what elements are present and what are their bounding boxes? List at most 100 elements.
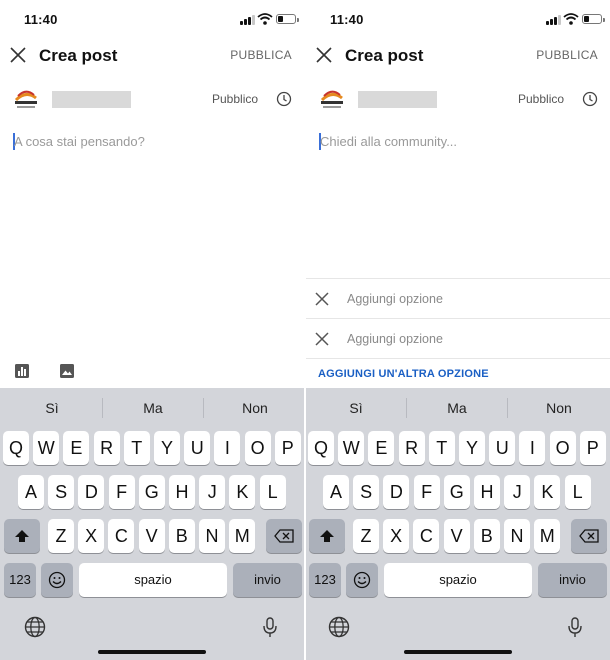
key-z[interactable]: Z [353,519,379,553]
key-q[interactable]: Q [3,431,29,465]
close-icon[interactable] [9,46,27,64]
status-time: 11:40 [24,12,58,27]
post-header: Crea post PUBBLICA [306,38,610,74]
backspace-key[interactable] [266,519,302,553]
key-x[interactable]: X [383,519,410,553]
globe-icon[interactable] [24,616,46,638]
post-text-input[interactable]: A cosa stai pensando? [12,132,292,152]
key-i[interactable]: I [519,431,546,465]
poll-question-input[interactable]: Chiedi alla community... [318,132,598,152]
space-key[interactable]: spazio [79,563,227,597]
suggestion-3[interactable]: Non [509,400,609,416]
emoji-key[interactable] [346,563,378,597]
key-y[interactable]: Y [459,431,485,465]
key-j[interactable]: J [504,475,531,509]
numbers-key[interactable]: 123 [309,563,341,597]
create-post-screen: 11:40 Crea post PUBBLICA Pubblico A cosa… [0,0,304,660]
clock-icon[interactable] [276,91,292,107]
key-a[interactable]: A [323,475,349,509]
space-key[interactable]: spazio [384,563,532,597]
key-o[interactable]: O [549,431,576,465]
key-k[interactable]: K [534,475,561,509]
cellular-signal-icon [546,14,562,25]
key-f[interactable]: F [108,475,135,509]
clock-icon[interactable] [582,91,598,107]
key-j[interactable]: J [199,475,226,509]
suggestion-2[interactable]: Ma [407,400,507,416]
key-h[interactable]: H [474,475,500,509]
shift-key[interactable] [4,519,40,553]
remove-option-icon[interactable] [315,332,329,346]
key-l[interactable]: L [259,475,286,509]
return-key[interactable]: invio [538,563,607,597]
globe-icon[interactable] [328,616,350,638]
key-k[interactable]: K [229,475,256,509]
key-t[interactable]: T [123,431,150,465]
backspace-key[interactable] [571,519,607,553]
key-b[interactable]: B [168,519,195,553]
key-a[interactable]: A [18,475,44,509]
suggestion-3[interactable]: Non [205,400,304,416]
key-s[interactable]: S [48,475,75,509]
remove-option-icon[interactable] [315,292,329,306]
key-v[interactable]: V [443,519,470,553]
key-m[interactable]: M [534,519,561,553]
suggestion-1[interactable]: Sì [306,400,406,416]
key-l[interactable]: L [564,475,591,509]
key-g[interactable]: G [138,475,165,509]
key-y[interactable]: Y [154,431,180,465]
emoji-key[interactable] [41,563,73,597]
visibility-selector[interactable]: Pubblico [212,92,258,106]
key-n[interactable]: N [199,519,225,553]
publish-button[interactable]: PUBBLICA [536,48,598,62]
key-e[interactable]: E [368,431,395,465]
key-r[interactable]: R [398,431,425,465]
key-d[interactable]: D [383,475,410,509]
home-indicator [404,650,512,654]
shift-key[interactable] [309,519,345,553]
key-s[interactable]: S [353,475,380,509]
key-c[interactable]: C [108,519,135,553]
key-e[interactable]: E [63,431,90,465]
key-r[interactable]: R [93,431,120,465]
key-v[interactable]: V [138,519,165,553]
key-n[interactable]: N [504,519,530,553]
key-p[interactable]: P [274,431,301,465]
close-icon[interactable] [315,46,333,64]
author-name-redacted [52,91,131,108]
microphone-icon[interactable] [259,616,281,638]
key-f[interactable]: F [413,475,440,509]
key-p[interactable]: P [579,431,606,465]
key-z[interactable]: Z [48,519,74,553]
publish-button[interactable]: PUBBLICA [230,48,292,62]
poll-divider [306,358,610,359]
key-c[interactable]: C [413,519,440,553]
numbers-key[interactable]: 123 [4,563,36,597]
battery-icon [276,14,299,24]
key-i[interactable]: I [214,431,241,465]
key-m[interactable]: M [229,519,256,553]
chart-icon[interactable] [14,363,30,379]
visibility-selector[interactable]: Pubblico [518,92,564,106]
return-key[interactable]: invio [233,563,302,597]
poll-option-2[interactable]: Aggiungi opzione [306,318,610,358]
key-b[interactable]: B [473,519,500,553]
poll-option-1[interactable]: Aggiungi opzione [306,278,610,318]
key-h[interactable]: H [169,475,195,509]
key-w[interactable]: W [33,431,60,465]
key-o[interactable]: O [244,431,271,465]
key-d[interactable]: D [78,475,105,509]
key-g[interactable]: G [443,475,470,509]
image-icon[interactable] [59,363,75,379]
key-x[interactable]: X [78,519,105,553]
create-poll-screen: 11:40 Crea post PUBBLICA Pubblico Chiedi… [306,0,610,660]
key-t[interactable]: T [428,431,455,465]
key-u[interactable]: U [184,431,211,465]
key-u[interactable]: U [489,431,516,465]
suggestion-1[interactable]: Sì [2,400,102,416]
suggestion-2[interactable]: Ma [103,400,203,416]
key-q[interactable]: Q [308,431,334,465]
key-w[interactable]: W [338,431,365,465]
microphone-icon[interactable] [564,616,586,638]
add-option-button[interactable]: AGGIUNGI UN'ALTRA OPZIONE [318,368,489,380]
